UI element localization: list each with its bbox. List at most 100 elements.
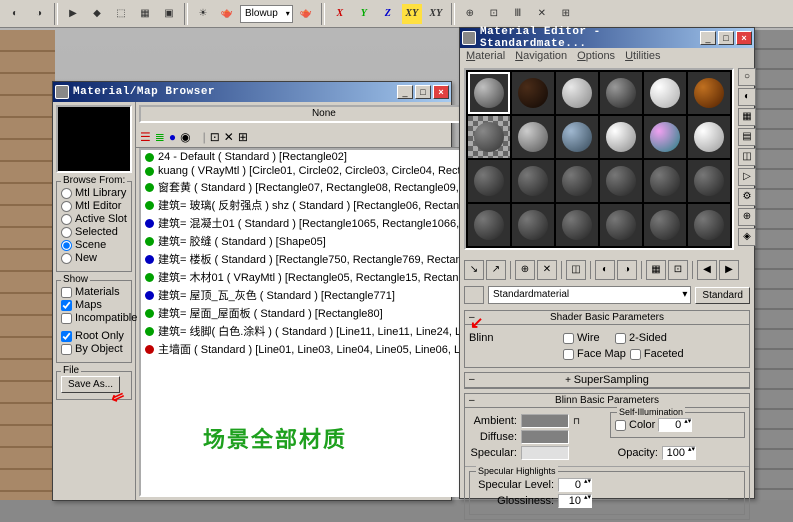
menu-utilities[interactable]: Utilities	[625, 50, 660, 62]
wire-check[interactable]: Wire	[563, 332, 611, 344]
sample-slot[interactable]	[688, 72, 730, 114]
rollout-header[interactable]: + SuperSampling	[465, 373, 749, 388]
minimize-button[interactable]: _	[700, 31, 716, 45]
maximize-button[interactable]: □	[718, 31, 734, 45]
tool-btn[interactable]: ☀	[192, 3, 214, 25]
tool-btn[interactable]: ◐	[4, 3, 26, 25]
tool-btn[interactable]: Ⅲ	[507, 3, 529, 25]
view-list2-icon[interactable]: ≣	[155, 130, 165, 144]
material-item[interactable]: kuang ( VRayMtl ) [Circle01, Circle02, C…	[141, 164, 507, 178]
tool-icon[interactable]: ⊡	[210, 130, 220, 144]
make-preview-icon[interactable]: ▷	[738, 168, 756, 186]
sample-uv-icon[interactable]: ▤	[738, 128, 756, 146]
sample-slot[interactable]	[644, 116, 686, 158]
show-incompatible[interactable]: Incompatible	[61, 312, 127, 324]
tool-btn[interactable]: ⊡	[483, 3, 505, 25]
sample-slots[interactable]	[464, 68, 734, 250]
axis-y[interactable]: Y	[353, 3, 375, 25]
self-illum-color[interactable]: Color0	[615, 418, 740, 432]
delete-icon[interactable]: ✕	[537, 260, 557, 280]
browse-mtl-library[interactable]: Mtl Library	[61, 187, 127, 199]
tool-btn[interactable]: 🫖	[295, 3, 317, 25]
tool-btn[interactable]: ◑	[28, 3, 50, 25]
browse-mtl-editor[interactable]: Mtl Editor	[61, 200, 127, 212]
material-item[interactable]: 主墙面 ( Standard ) [Line01, Line03, Line04…	[141, 340, 507, 358]
show-materials[interactable]: Materials	[61, 286, 127, 298]
render-mode-dropdown[interactable]: Blowup	[240, 5, 293, 23]
pick-material-icon[interactable]	[464, 286, 484, 304]
material-name-dropdown[interactable]: Standardmaterial	[488, 286, 691, 304]
sample-slot[interactable]	[688, 160, 730, 202]
view-list-icon[interactable]: ☰	[140, 130, 151, 144]
tool-icon[interactable]: ◐	[595, 260, 615, 280]
mmb-titlebar[interactable]: Material/Map Browser _ □ ×	[53, 82, 451, 102]
sample-slot[interactable]	[556, 72, 598, 114]
tool-btn[interactable]: ⊕	[459, 3, 481, 25]
options-icon[interactable]: ⚙	[738, 188, 756, 206]
view-dot-icon[interactable]: ●	[169, 130, 176, 144]
sample-slot[interactable]	[512, 72, 554, 114]
menu-navigation[interactable]: Navigation	[515, 50, 567, 62]
material-item[interactable]: 建筑= 楼板 ( Standard ) [Rectangle750, Recta…	[141, 250, 507, 268]
sample-slot[interactable]	[556, 116, 598, 158]
specular-swatch[interactable]	[521, 446, 569, 460]
material-item[interactable]: 建筑= 胶缝 ( Standard ) [Shape05]	[141, 232, 507, 250]
sample-slot[interactable]	[556, 204, 598, 246]
material-item[interactable]: 窗套黄 ( Standard ) [Rectangle07, Rectangle…	[141, 178, 507, 196]
faceted-check[interactable]: Faceted	[630, 348, 684, 360]
menu-options[interactable]: Options	[577, 50, 615, 62]
sample-slot[interactable]	[644, 204, 686, 246]
go-parent-icon[interactable]: ◀	[697, 260, 717, 280]
assign-icon[interactable]: ⊕	[515, 260, 535, 280]
tool-btn[interactable]: ▶	[62, 3, 84, 25]
select-by-mat-icon[interactable]: ⊕	[738, 208, 756, 226]
sample-slot[interactable]	[600, 204, 642, 246]
opacity-spinner[interactable]: 100	[662, 446, 696, 460]
tool-icon[interactable]: ⊡	[668, 260, 688, 280]
sample-slot[interactable]	[600, 160, 642, 202]
sample-slot[interactable]	[468, 116, 510, 158]
sample-slot[interactable]	[644, 160, 686, 202]
tool-icon[interactable]: ⊞	[238, 130, 248, 144]
close-button[interactable]: ×	[433, 85, 449, 99]
glossiness-spinner[interactable]: 10	[558, 494, 592, 508]
med-menubar[interactable]: Material Navigation Options Utilities	[460, 48, 754, 64]
tool-btn[interactable]: ⊞	[555, 3, 577, 25]
sample-slot[interactable]	[556, 160, 598, 202]
tool-icon[interactable]: ✕	[224, 130, 234, 144]
sample-slot[interactable]	[688, 116, 730, 158]
material-item[interactable]: 建筑= 玻璃( 反射强点 ) shz ( Standard ) [Rectang…	[141, 196, 507, 214]
teapot-icon[interactable]: 🫖	[216, 3, 238, 25]
two-sided-check[interactable]: 2-Sided	[615, 332, 667, 344]
show-map-icon[interactable]: ▦	[646, 260, 666, 280]
med-titlebar[interactable]: Material Editor - Standardmate... _ □ ×	[460, 28, 754, 48]
sample-slot[interactable]	[688, 204, 730, 246]
sample-slot[interactable]	[600, 72, 642, 114]
tool-btn[interactable]: ▦	[134, 3, 156, 25]
video-check-icon[interactable]: ◫	[738, 148, 756, 166]
browse-scene[interactable]: Scene	[61, 239, 127, 251]
sample-slot[interactable]	[512, 116, 554, 158]
axis-z[interactable]: Z	[377, 3, 399, 25]
sample-slot[interactable]	[468, 72, 510, 114]
browse-selected[interactable]: Selected	[61, 226, 127, 238]
material-item[interactable]: 24 - Default ( Standard ) [Rectangle02]	[141, 150, 507, 164]
go-sibling-icon[interactable]: ▶	[719, 260, 739, 280]
axis-xy2[interactable]: XY	[425, 3, 447, 25]
show-by-object[interactable]: By Object	[61, 343, 127, 355]
browse-active-slot[interactable]: Active Slot	[61, 213, 127, 225]
sample-slot[interactable]	[600, 116, 642, 158]
tool-btn[interactable]: ▣	[158, 3, 180, 25]
mtl-map-nav-icon[interactable]: ◈	[738, 228, 756, 246]
close-button[interactable]: ×	[736, 31, 752, 45]
sample-slot[interactable]	[512, 204, 554, 246]
minimize-button[interactable]: _	[397, 85, 413, 99]
sample-slot[interactable]	[468, 204, 510, 246]
spec-level-spinner[interactable]: 0	[558, 478, 592, 492]
sample-slot[interactable]	[644, 72, 686, 114]
tool-icon[interactable]: ◑	[617, 260, 637, 280]
show-root-only[interactable]: Root Only	[61, 330, 127, 342]
tool-btn[interactable]: ⬚	[110, 3, 132, 25]
diffuse-swatch[interactable]	[521, 430, 569, 444]
ambient-swatch[interactable]	[521, 414, 569, 428]
